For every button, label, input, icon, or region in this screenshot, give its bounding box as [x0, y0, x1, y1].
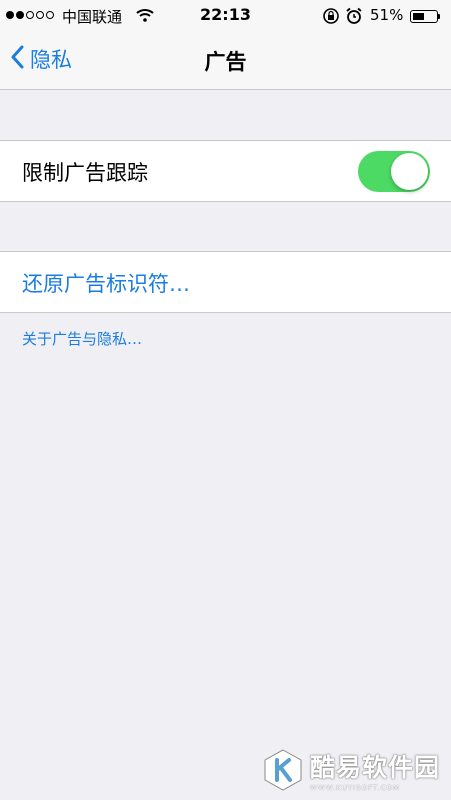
watermark-url: WWW.KUYISOFT.COM [310, 784, 401, 792]
navigation-bar: 隐私 广告 [0, 32, 451, 90]
battery-level-fill [413, 13, 424, 20]
reset-ad-identifier-row[interactable]: 还原广告标识符… [0, 251, 451, 313]
limit-ad-tracking-toggle[interactable] [358, 151, 430, 192]
limit-ad-tracking-label: 限制广告跟踪 [22, 161, 148, 185]
battery-percentage: 51% [370, 6, 404, 24]
rotation-lock-icon [322, 7, 340, 29]
status-bar: 中国联通 22:13 51% [0, 0, 451, 32]
limit-ad-tracking-row: 限制广告跟踪 [0, 140, 451, 202]
about-ads-privacy-link[interactable]: 关于广告与隐私… [22, 328, 142, 349]
reset-ad-identifier-label: 还原广告标识符… [22, 272, 190, 296]
toggle-knob [391, 153, 428, 190]
alarm-icon [345, 7, 363, 29]
watermark: 酷易软件园 WWW.KUYISOFT.COM [262, 748, 440, 792]
page-title: 广告 [204, 50, 247, 74]
watermark-logo-icon [262, 749, 304, 791]
watermark-text: 酷易软件园 [310, 753, 441, 782]
battery-tip [438, 14, 440, 19]
battery-icon [410, 10, 438, 23]
